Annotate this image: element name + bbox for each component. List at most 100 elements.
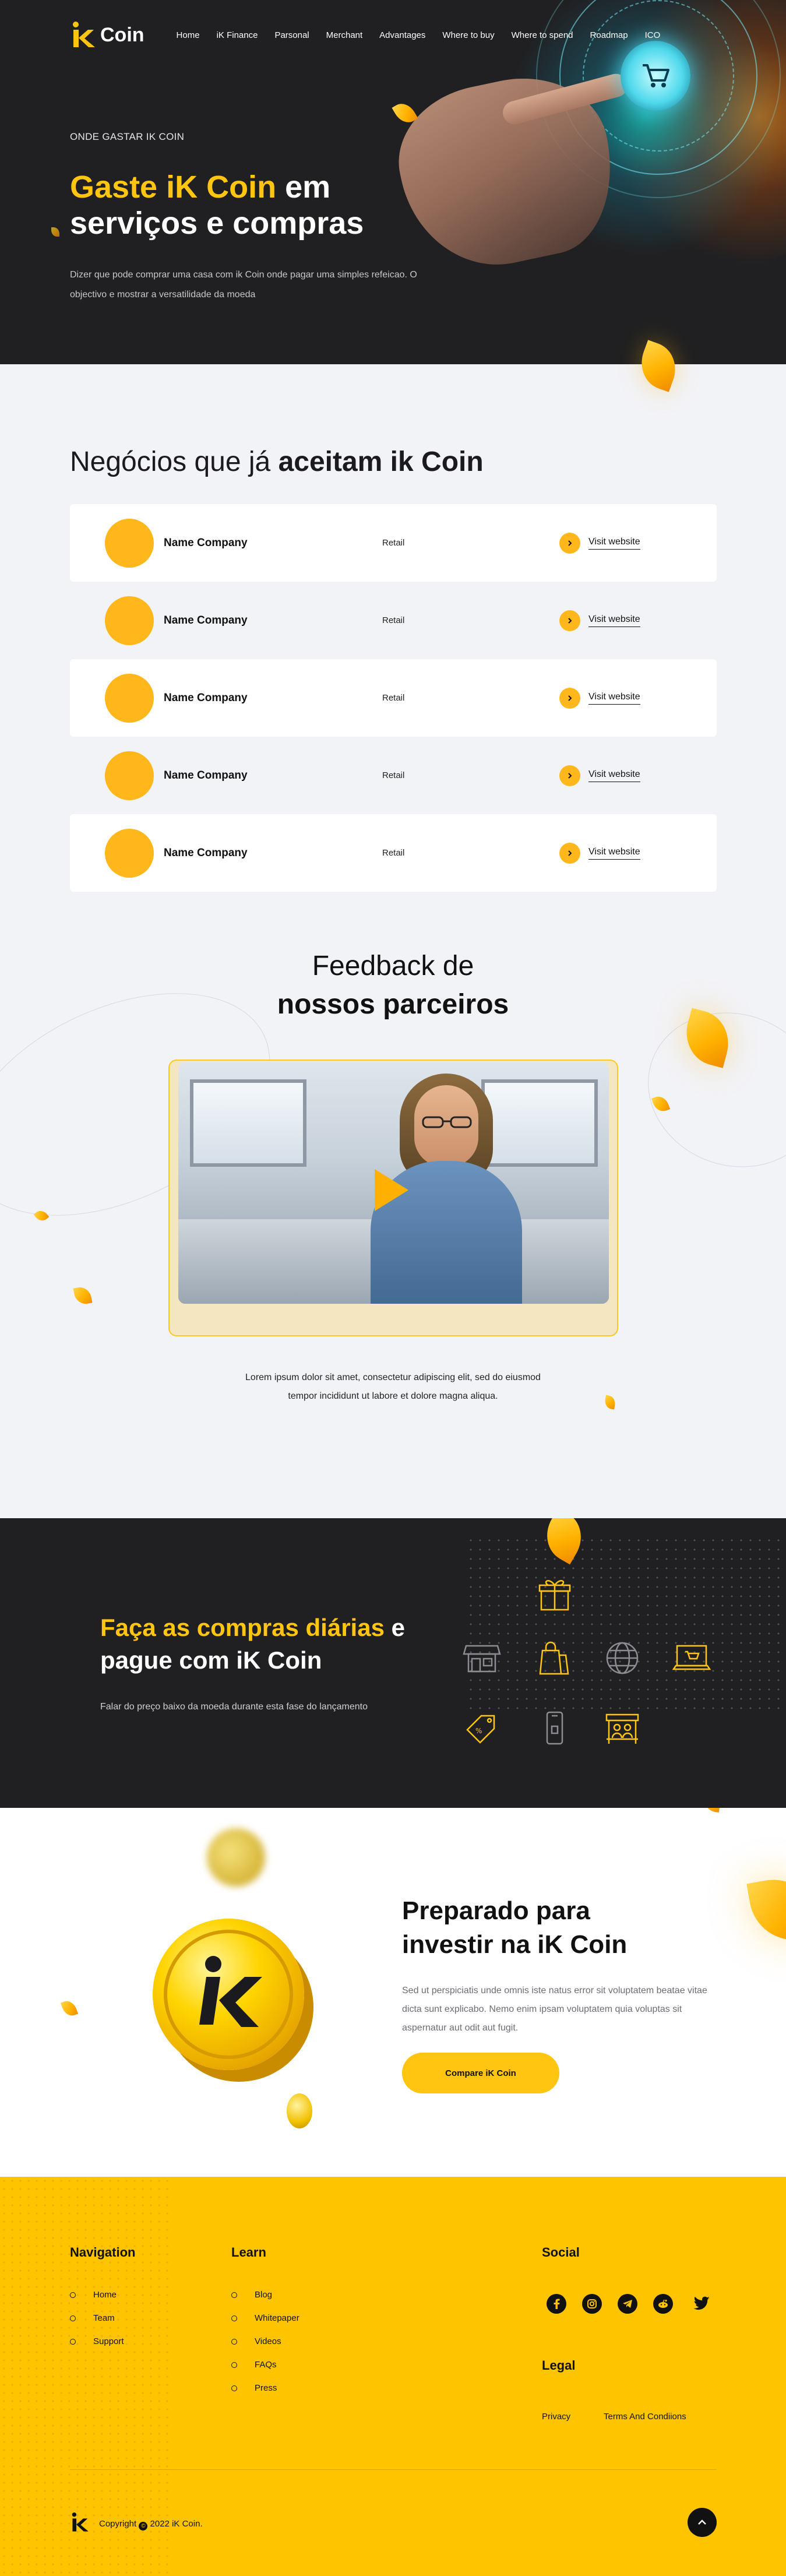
footer [0, 2177, 786, 2576]
gift-icon [534, 1574, 575, 1614]
footer-link-privacy[interactable]: Privacy [542, 2412, 570, 2422]
play-icon[interactable] [375, 1169, 408, 1211]
nav-item-ico[interactable]: ICO [645, 30, 661, 40]
daily-shopping-section: Faça as compras diárias e pague com iK C… [0, 1518, 786, 1808]
footer-link-support[interactable]: Support [70, 2336, 124, 2346]
decorative-leaf [51, 227, 59, 237]
nav-item-advantages[interactable]: Advantages [379, 30, 425, 40]
footer-logo-icon[interactable] [70, 2511, 90, 2536]
globe-icon [602, 1638, 643, 1678]
chevron-right-icon [559, 687, 580, 709]
discount-tag-icon: % [461, 1708, 502, 1748]
footer-link-whitepaper[interactable]: Whitepaper [231, 2313, 299, 2323]
company-category: Retail [382, 538, 405, 548]
company-logo [105, 751, 154, 800]
company-name: Name Company [164, 614, 248, 627]
nav-item-home[interactable]: Home [177, 30, 200, 40]
visit-website-label: Visit website [588, 537, 640, 550]
chevron-right-icon [559, 765, 580, 786]
nav-item-merchant[interactable]: Merchant [326, 30, 363, 40]
footer-link-blog[interactable]: Blog [231, 2290, 272, 2300]
decorative-leaf [703, 1808, 722, 1813]
company-name: Name Company [164, 769, 248, 782]
company-name: Name Company [164, 691, 248, 704]
footer-legal-title: Legal [542, 2358, 576, 2373]
business-row: Name Company Retail Visit website [70, 504, 717, 582]
footer-divider [70, 2469, 717, 2470]
visit-website-label: Visit website [588, 769, 640, 782]
business-row: Name Company Retail Visit website [70, 737, 717, 814]
footer-link-home[interactable]: Home [70, 2290, 117, 2300]
invest-title: Preparado para investir na iK Coin [402, 1896, 628, 1959]
footer-link-videos[interactable]: Videos [231, 2336, 281, 2346]
coin-blurred [207, 1828, 265, 1887]
visit-website-link[interactable]: Visit website [559, 842, 640, 864]
instagram-icon[interactable] [582, 2294, 602, 2314]
footer-navigation-title: Navigation [70, 2245, 136, 2260]
footer-link-faqs[interactable]: FAQs [231, 2360, 277, 2370]
hero-subtitle: Dizer que pode comprar uma casa com ik C… [70, 270, 417, 300]
business-row: Name Company Retail Visit website [70, 659, 717, 737]
copyright-prefix: Copyright [99, 2519, 137, 2529]
visit-website-link[interactable]: Visit website [559, 687, 640, 709]
visit-website-link[interactable]: Visit website [559, 765, 640, 786]
hero-eyebrow: ONDE GASTAR IK COIN [70, 131, 185, 142]
daily-subtitle: Falar do preço baixo da moeda durante es… [100, 1702, 368, 1712]
facebook-icon[interactable] [547, 2294, 566, 2314]
company-logo [105, 828, 154, 878]
nav-item-roadmap[interactable]: Roadmap [590, 30, 628, 40]
logo[interactable]: Coin [70, 20, 144, 50]
store-icon [461, 1638, 502, 1678]
company-name: Name Company [164, 536, 248, 549]
footer-social-title: Social [542, 2245, 580, 2260]
mobile-pay-icon [534, 1708, 575, 1748]
businesses-title-prefix: Negócios que já [70, 446, 279, 477]
dot-pattern [466, 1536, 786, 1711]
chevron-right-icon [559, 532, 580, 554]
company-logo [105, 596, 154, 645]
coin-small [287, 2093, 312, 2128]
nav-item-ik-finance[interactable]: iK Finance [217, 30, 258, 40]
svg-text:%: % [475, 1727, 482, 1735]
company-category: Retail [382, 615, 405, 625]
reddit-icon[interactable] [653, 2294, 673, 2314]
shopping-cart-icon [643, 64, 669, 87]
copyright-text: Copyright © 2022 iK Coin. [99, 2519, 203, 2531]
visit-website-link[interactable]: Visit website [559, 610, 640, 631]
logo-mark-icon [70, 20, 97, 50]
company-logo [105, 518, 154, 568]
business-row: Name Company Retail Visit website [70, 814, 717, 892]
decorative-leaf [73, 1285, 93, 1306]
feedback-title-line1: Feedback de [312, 951, 474, 981]
page: Coin Home iK Finance Parsonal Merchant A… [0, 0, 786, 2576]
chevron-right-icon [559, 842, 580, 864]
visit-website-label: Visit website [588, 692, 640, 705]
business-list: Name Company Retail Visit website Name C… [70, 504, 717, 892]
footer-link-press[interactable]: Press [231, 2383, 277, 2393]
company-category: Retail [382, 770, 405, 780]
chevron-right-icon [559, 610, 580, 631]
footer-link-team[interactable]: Team [70, 2313, 115, 2323]
businesses-title-bold: aceitam ik Coin [278, 446, 484, 477]
nav-item-where-to-buy[interactable]: Where to buy [442, 30, 494, 40]
telegram-icon[interactable] [618, 2294, 637, 2314]
laptop-cart-icon [671, 1638, 712, 1678]
feedback-text: Lorem ipsum dolor sit amet, consectetur … [0, 1368, 786, 1406]
compare-ik-coin-button[interactable]: Compare iK Coin [402, 2053, 559, 2093]
hero-section: Coin Home iK Finance Parsonal Merchant A… [0, 0, 786, 364]
feedback-text-line1: Lorem ipsum dolor sit amet, consectetur … [245, 1373, 541, 1382]
decorative-leaf [60, 1998, 79, 2018]
shopping-bag-icon [534, 1638, 575, 1678]
footer-link-terms[interactable]: Terms And Condiions [604, 2412, 686, 2422]
ik-coin-logo-icon [164, 1930, 293, 2059]
nav-item-parsonal[interactable]: Parsonal [274, 30, 309, 40]
office-window [481, 1079, 598, 1167]
scroll-to-top-button[interactable] [688, 2508, 717, 2537]
business-row: Name Company Retail Visit website [70, 582, 717, 659]
chevron-up-icon [698, 2519, 706, 2525]
nav-item-where-to-spend[interactable]: Where to spend [512, 30, 573, 40]
visit-website-link[interactable]: Visit website [559, 532, 640, 554]
daily-title-highlight: Faça as compras diárias [100, 1614, 385, 1641]
company-category: Retail [382, 693, 405, 703]
twitter-icon[interactable] [691, 2294, 711, 2314]
